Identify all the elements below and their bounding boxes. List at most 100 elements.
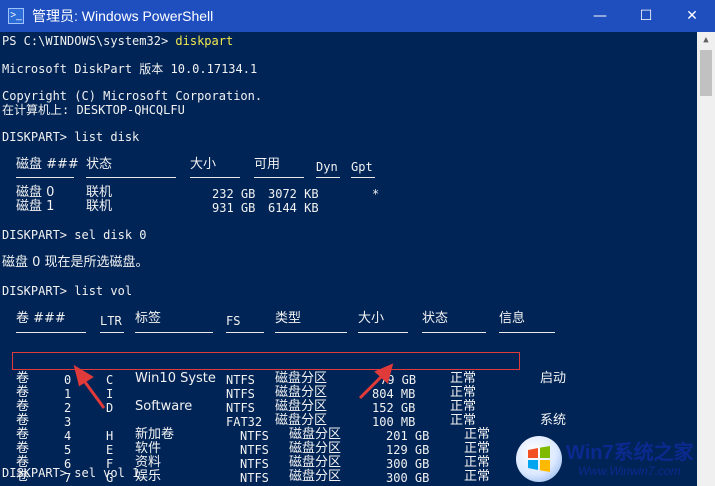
vol-ltr: C	[106, 373, 114, 387]
vol-fs: FAT32	[226, 415, 263, 429]
vol-size: 201 GB	[386, 429, 430, 443]
vol-size: 804 MB	[372, 387, 416, 401]
disk-header-size: 大小	[190, 157, 217, 172]
window-title: 管理员: Windows PowerShell	[32, 8, 214, 24]
disk-header-underline	[16, 177, 74, 178]
console-area[interactable]: PS C:\WINDOWS\system32> diskpart Microso…	[0, 32, 697, 486]
ps-prompt: PS C:\WINDOWS\system32>	[2, 34, 176, 48]
vol-header-fs: FS	[226, 314, 241, 328]
disk-status: 联机	[86, 199, 113, 214]
console-line-4: 在计算机上: DESKTOP-QHCQLFU	[2, 103, 185, 117]
console-line-1: PS C:\WINDOWS\system32> diskpart	[2, 34, 233, 48]
disk-header-free: 可用	[254, 157, 281, 172]
vol-vol: 卷	[16, 441, 30, 456]
disk-header-underline	[254, 177, 304, 178]
vol-status: 正常	[450, 413, 477, 428]
disk-header-gpt: Gpt	[351, 160, 373, 174]
vol-num: 2	[64, 401, 72, 415]
disk-free: 3072 KB	[268, 187, 319, 201]
vol-size: 79 GB	[380, 373, 417, 387]
vol-type: 磁盘分区	[289, 441, 342, 456]
vol-header-type: 类型	[275, 311, 302, 326]
powershell-icon: >_	[8, 8, 24, 24]
disk-free: 6144 KB	[268, 201, 319, 215]
windows-logo-icon	[516, 436, 562, 482]
console-line-5: DISKPART> list disk	[2, 130, 140, 144]
vol-ltr: D	[106, 401, 114, 415]
vol-size: 129 GB	[386, 443, 430, 457]
vol-vol: 卷	[16, 371, 30, 386]
console-line-6: DISKPART> sel disk 0	[2, 228, 147, 242]
vol-ltr: E	[106, 443, 114, 457]
disk-size: 931 GB	[212, 201, 256, 215]
vol-type: 磁盘分区	[275, 385, 328, 400]
disk-num: 磁盘 1	[16, 199, 55, 214]
disk-header-underline	[316, 177, 340, 178]
vol-status: 正常	[450, 371, 477, 386]
vol-header-size: 大小	[358, 311, 385, 326]
minimize-button[interactable]: —	[577, 0, 623, 32]
vol-type: 磁盘分区	[289, 469, 342, 484]
scrollbar-thumb[interactable]	[700, 50, 712, 96]
vol-num: 3	[64, 415, 72, 429]
disk-status: 联机	[86, 185, 113, 200]
console-line-2: Microsoft DiskPart 版本 10.0.17134.1	[2, 62, 258, 76]
vol-type: 磁盘分区	[289, 427, 342, 442]
watermark-brand: Win7系统之家	[566, 442, 694, 464]
vol-header-underline	[135, 332, 213, 333]
vol-ltr: I	[106, 387, 114, 401]
vol-header-num: 卷 ###	[16, 311, 66, 326]
vol-header-ltr: LTR	[100, 314, 122, 328]
vol-header-underline	[422, 332, 486, 333]
vol-size: 152 GB	[372, 401, 416, 415]
disk-num: 磁盘 0	[16, 185, 55, 200]
vol-size: 300 GB	[386, 457, 430, 471]
vol-status: 正常	[464, 427, 491, 442]
vol-vol: 卷	[16, 385, 30, 400]
command-diskpart: diskpart	[175, 34, 234, 48]
vol-size: 100 MB	[372, 415, 416, 429]
console-line-7: 磁盘 0 现在是所选磁盘。	[2, 255, 149, 270]
vol-ltr: H	[106, 429, 114, 443]
disk-size: 232 GB	[212, 187, 256, 201]
vol-status: 正常	[450, 399, 477, 414]
vol-size: 300 GB	[386, 471, 430, 485]
vol-label: 新加卷	[135, 427, 175, 442]
vol-num: 0	[64, 373, 72, 387]
vol-vol: 卷	[16, 427, 30, 442]
vol-num: 1	[64, 387, 72, 401]
disk-header-status: 状态	[86, 157, 113, 172]
vol-type: 磁盘分区	[275, 371, 328, 386]
vol-header-underline	[275, 332, 347, 333]
vol-fs: NTFS	[240, 471, 269, 485]
vol-header-underline	[226, 332, 264, 333]
maximize-button[interactable]: ☐	[623, 0, 669, 32]
vol-type: 磁盘分区	[289, 455, 342, 470]
disk-header-dyn: Dyn	[316, 160, 338, 174]
vol-fs: NTFS	[240, 443, 269, 457]
watermark-url: Www.Winwin7.com	[578, 464, 681, 478]
vol-fs: NTFS	[226, 401, 255, 415]
vol-type: 磁盘分区	[275, 413, 328, 428]
vol-header-label: 标签	[135, 311, 162, 326]
vol-header-underline	[100, 332, 124, 333]
vol-num: 5	[64, 443, 72, 457]
disk-header-underline	[190, 177, 240, 178]
vol-label: 软件	[135, 441, 162, 456]
vol-num: 4	[64, 429, 72, 443]
disk-header-underline	[351, 177, 375, 178]
vol-label: Software	[135, 399, 193, 414]
vertical-scrollbar[interactable]: ▲	[697, 32, 715, 486]
close-button[interactable]: ✕	[669, 0, 715, 32]
title-bar[interactable]: >_ 管理员: Windows PowerShell — ☐ ✕	[0, 0, 715, 32]
vol-fs: NTFS	[240, 429, 269, 443]
disk-header-underline	[86, 177, 176, 178]
disk-gpt: *	[372, 187, 380, 201]
vol-header-underline	[16, 332, 86, 333]
vol-status: 正常	[464, 441, 491, 456]
vol-header-underline	[499, 332, 555, 333]
vol-label: Win10 Syste	[135, 371, 216, 386]
console-line-3: Copyright (C) Microsoft Corporation.	[2, 89, 263, 103]
vol-header-underline	[358, 332, 408, 333]
scroll-up-icon[interactable]: ▲	[697, 32, 715, 49]
